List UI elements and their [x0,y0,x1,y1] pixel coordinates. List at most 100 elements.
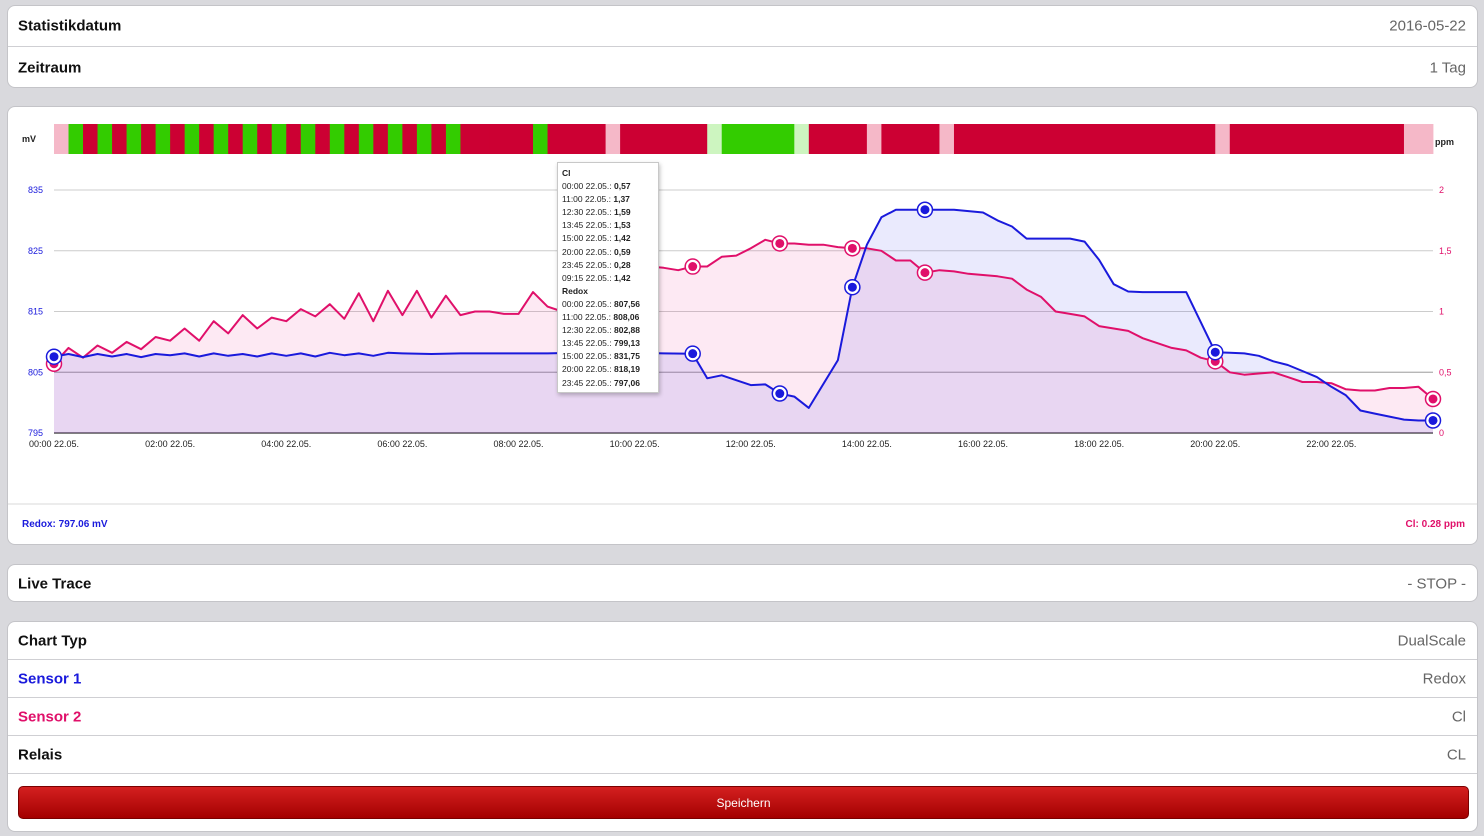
cl-marker [688,262,698,272]
x-tick: 10:00 22.05. [610,439,660,449]
y-left-unit: mV [22,134,36,144]
relay-block [808,124,868,154]
dual-scale-chart[interactable]: mV ppm 795 805 815 825 835 0 0,5 1 1,5 2 00:00 22.05… [8,107,1477,544]
date-row[interactable]: Statistikdatum 2016-05-22 [8,6,1477,47]
sensor1-row[interactable]: Sensor 1 Redox [8,660,1477,698]
tooltip-cl-row: 12:30 22.05.: 1,59 [562,207,631,218]
x-tick: 16:00 22.05. [958,439,1008,449]
relay-block [1215,124,1231,154]
y-left-tick: 795 [28,428,43,438]
relay-block [547,124,592,154]
y-left-tick: 835 [28,185,43,195]
live-trace-label: Live Trace [18,575,92,593]
tooltip-redox-row: 15:00 22.05.: 831,75 [562,351,640,362]
relay-block [373,124,389,154]
cl-marker [775,238,785,248]
tooltip-redox-row: 13:45 22.05.: 799,13 [562,338,640,349]
live-trace-card: Live Trace - STOP - [7,564,1478,602]
y-right-unit: ppm [1435,137,1454,147]
chart-type-value[interactable]: DualScale [1398,632,1466,649]
chart-type-row[interactable]: Chart Typ DualScale [8,622,1477,660]
y-right-tick: 0,5 [1439,367,1452,377]
relay-block [97,124,113,154]
relay-block [605,124,621,154]
tooltip-cl-row: 09:15 22.05.: 1,42 [562,272,631,283]
relay-block [533,124,548,154]
sensor2-label: Sensor 2 [18,708,82,725]
relay-block [242,124,258,154]
tooltip-cl-row: 11:00 22.05.: 1,37 [562,194,630,205]
relay-block [126,124,142,154]
save-button[interactable]: Speichern [18,786,1469,819]
relay-block [112,124,127,154]
x-tick: 18:00 22.05. [1074,439,1124,449]
live-trace-value[interactable]: - STOP - [1407,576,1466,593]
tooltip-cl-row: 13:45 22.05.: 1,53 [562,220,631,231]
relay-block [1403,124,1434,154]
relay-block [271,124,287,154]
relay-value[interactable]: CL [1447,746,1466,763]
redox-marker [49,352,59,362]
tooltip-redox-row: 20:00 22.05.: 818,19 [562,364,640,375]
y-left-tick: 805 [28,367,43,377]
relay-block [1229,124,1405,154]
relay-block [199,124,215,154]
y-left-tick: 825 [28,246,43,256]
x-tick: 06:00 22.05. [377,439,427,449]
relay-row[interactable]: Relais CL [8,736,1477,774]
redox-marker [847,282,857,292]
relay-block [591,124,606,154]
x-tick: 22:00 22.05. [1306,439,1356,449]
x-tick: 20:00 22.05. [1190,439,1240,449]
tooltip-redox-row: 00:00 22.05.: 807,56 [562,298,640,309]
period-value[interactable]: 1 Tag [1430,59,1466,76]
tooltip-redox-rows: 00:00 22.05.: 807,56 11:00 22.05.: 808,06… [562,298,654,390]
relay-block [228,124,244,154]
relay-block [344,124,360,154]
redox-marker [1210,347,1220,357]
relay-block [83,124,98,154]
cl-marker [847,243,857,253]
tooltip-cl-title: Cl [562,168,571,178]
y-right-tick: 1 [1439,307,1444,317]
chart-type-label: Chart Typ [18,632,87,649]
relay-block [794,124,810,154]
relay-block [170,124,186,154]
tooltip-cl-row: 23:45 22.05.: 0,28 [562,259,631,270]
relay-block [184,124,200,154]
chart-tooltip: Cl 00:00 22.05.: 0,57 11:00 22.05.: 1,37 1… [557,162,659,393]
relay-block [141,124,157,154]
relay-block [431,124,447,154]
legend-cl-value: Cl: 0.28 ppm [1405,519,1465,530]
relay-block [707,124,723,154]
relay-block [300,124,316,154]
chart-config-card: Chart Typ DualScale Sensor 1 Redox Senso… [7,621,1478,832]
relay-block [54,124,69,154]
relay-block [213,124,229,154]
redox-marker [920,205,930,215]
relay-block [416,124,432,154]
x-tick: 08:00 22.05. [493,439,543,449]
tooltip-cl-row: 00:00 22.05.: 0,57 [562,181,631,192]
date-value[interactable]: 2016-05-22 [1389,18,1466,35]
x-tick: 02:00 22.05. [145,439,195,449]
redox-marker [1428,415,1438,425]
sensor1-value[interactable]: Redox [1423,670,1466,687]
relay-block [881,124,940,154]
relay-block [953,124,1216,154]
sensor1-label: Sensor 1 [18,670,82,687]
x-tick: 04:00 22.05. [261,439,311,449]
period-row[interactable]: Zeitraum 1 Tag [8,47,1477,87]
live-trace-row[interactable]: Live Trace - STOP - [8,565,1477,601]
cl-marker [920,268,930,278]
relay-block [866,124,882,154]
tooltip-cl-row: 20:00 22.05.: 0,59 [562,246,631,257]
y-right-tick: 0 [1439,428,1444,438]
sensor2-row[interactable]: Sensor 2 Cl [8,698,1477,736]
statistics-settings-card: Statistikdatum 2016-05-22 Zeitraum 1 Tag [7,5,1478,88]
tooltip-redox-row: 11:00 22.05.: 808,06 [562,312,640,323]
sensor2-value[interactable]: Cl [1452,708,1466,725]
chart-card: mV ppm 795 805 815 825 835 0 0,5 1 1,5 2 00:00 22.05… [7,106,1478,545]
tooltip-redox-row: 12:30 22.05.: 802,88 [562,325,640,336]
period-label: Zeitraum [18,59,82,76]
